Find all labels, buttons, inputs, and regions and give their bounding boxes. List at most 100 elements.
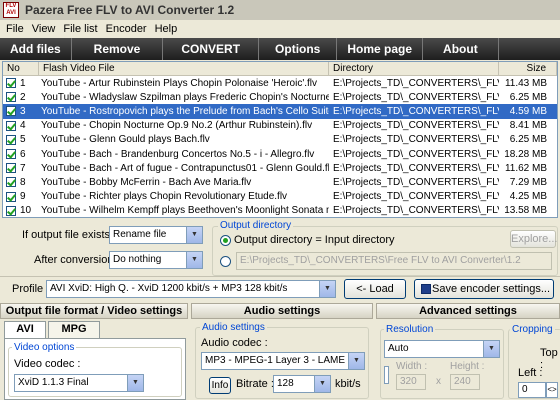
menu-view[interactable]: View	[28, 23, 60, 35]
row-checkbox[interactable]	[6, 149, 16, 160]
directory-cell: E:\Projects_TD\_CONVERTERS\_FLV	[333, 176, 499, 188]
row-number: 9	[20, 191, 26, 203]
tab-mpg[interactable]: MPG	[48, 321, 100, 338]
row-checkbox[interactable]	[6, 78, 16, 89]
output-directory-title: Output directory	[218, 220, 294, 231]
audio-settings-title: Audio settings	[200, 322, 267, 333]
same-as-input-label: Output directory = Input directory	[234, 234, 395, 246]
remove-button[interactable]: Remove	[72, 38, 164, 60]
load-button[interactable]: <- Load	[344, 279, 406, 299]
size-cell: 4.59 MB	[509, 105, 547, 117]
column-directory[interactable]: Directory	[329, 62, 499, 75]
menu-file-list[interactable]: File list	[59, 23, 101, 35]
options-button[interactable]: Options	[259, 38, 338, 60]
table-row[interactable]: 4 YouTube - Chopin Nocturne Op.9 No.2 (Ar…	[3, 119, 557, 133]
explore-button[interactable]: Explore...	[510, 230, 557, 248]
file-name-cell: YouTube - Chopin Nocturne Op.9 No.2 (Art…	[41, 120, 313, 132]
save-encoder-settings-button[interactable]: Save encoder settings...	[414, 279, 554, 299]
chevron-down-icon: ▼	[127, 375, 143, 391]
row-number-cell: 4	[3, 120, 39, 131]
table-row[interactable]: 10 YouTube - Wilhelm Kempff plays Beethov…	[3, 204, 557, 217]
advanced-panel-title: Advanced settings	[376, 303, 560, 319]
profile-value: AVI XviD: High Q. - XviD 1200 kbit/s + M…	[50, 283, 288, 294]
home-page-button[interactable]: Home page	[337, 38, 424, 60]
bitrate-select[interactable]: 128 ▼	[273, 375, 331, 393]
row-number-cell: 5	[3, 134, 39, 145]
crop-left-spinner[interactable]: <>	[546, 382, 558, 398]
menu-encoder[interactable]: Encoder	[102, 23, 151, 35]
row-checkbox[interactable]	[6, 177, 16, 188]
output-directory-input[interactable]: E:\Projects_TD\_CONVERTERS\Free FLV to A…	[236, 252, 552, 270]
file-name-cell: YouTube - Artur Rubinstein Plays Chopin …	[41, 77, 318, 89]
table-row[interactable]: 2 YouTube - Wladyslaw Szpilman plays Fred…	[3, 90, 557, 104]
menu-file[interactable]: File	[2, 23, 28, 35]
info-button[interactable]: Info	[209, 377, 231, 394]
profile-select[interactable]: AVI XviD: High Q. - XviD 1200 kbit/s + M…	[46, 280, 336, 298]
crop-left-label: Left :	[518, 367, 543, 379]
radio-same-as-input[interactable]	[220, 235, 231, 246]
video-codec-select[interactable]: XviD 1.1.3 Final ▼	[14, 374, 144, 392]
width-input[interactable]: 320	[396, 374, 426, 390]
row-number-cell: 6	[3, 149, 39, 160]
file-name-cell: YouTube - Wilhelm Kempff plays Beethoven…	[41, 205, 329, 217]
table-row[interactable]: 5 YouTube - Glenn Gould plays Bach.flv E:\…	[3, 133, 557, 147]
chevron-down-icon: ▼	[483, 341, 499, 357]
row-checkbox[interactable]	[6, 92, 16, 103]
times-sign: x	[436, 376, 441, 387]
column-file[interactable]: Flash Video File	[39, 62, 329, 75]
size-cell: 7.29 MB	[509, 176, 547, 188]
row-number-cell: 10	[3, 205, 39, 216]
table-row[interactable]: 3 YouTube - Rostropovich plays the Prelud…	[3, 104, 557, 119]
video-codec-value: XviD 1.1.3 Final	[18, 377, 89, 388]
directory-cell: E:\Projects_TD\_CONVERTERS\_FLV	[333, 191, 499, 203]
directory-cell: E:\Projects_TD\_CONVERTERS\_FLV	[333, 105, 499, 117]
add-files-button[interactable]: Add files	[0, 38, 72, 60]
chevron-down-icon: ▼	[186, 252, 202, 268]
after-conversion-select[interactable]: Do nothing ▼	[109, 251, 203, 269]
convert-button[interactable]: CONVERT	[163, 38, 260, 60]
audio-panel-title: Audio settings	[191, 303, 373, 319]
resolution-select[interactable]: Auto ▼	[384, 340, 500, 358]
floppy-disk-icon	[421, 284, 431, 294]
row-number: 1	[20, 77, 26, 89]
if-exists-select[interactable]: Rename file ▼	[109, 226, 203, 244]
row-checkbox[interactable]	[6, 205, 16, 216]
height-input[interactable]: 240	[450, 374, 480, 390]
audio-codec-select[interactable]: MP3 - MPEG-1 Layer 3 - LAME 3.98 ▼	[201, 352, 365, 370]
row-number: 4	[20, 120, 26, 132]
column-no[interactable]: No	[3, 62, 39, 75]
row-checkbox[interactable]	[6, 191, 16, 202]
row-number-cell: 8	[3, 177, 39, 188]
video-options-title: Video options	[12, 342, 77, 353]
table-row[interactable]: 7 YouTube - Bach - Art of fugue - Contrap…	[3, 161, 557, 175]
directory-cell: E:\Projects_TD\_CONVERTERS\_FLV	[333, 205, 499, 217]
audio-codec-label: Audio codec :	[201, 337, 268, 349]
radio-custom-directory[interactable]	[220, 256, 231, 267]
table-row[interactable]: 6 YouTube - Bach - Brandenburg Concertos …	[3, 147, 557, 161]
row-checkbox[interactable]	[6, 106, 16, 117]
table-row[interactable]: 8 YouTube - Bobby McFerrin - Bach Ave Mar…	[3, 175, 557, 189]
after-conversion-label: After conversion :	[34, 254, 120, 266]
row-checkbox[interactable]	[6, 163, 16, 174]
tab-avi[interactable]: AVI	[4, 321, 46, 338]
file-list[interactable]: No Flash Video File Directory Size 1 YouT…	[2, 61, 558, 218]
menu-help[interactable]: Help	[151, 23, 182, 35]
row-number-cell: 1	[3, 78, 39, 89]
row-checkbox[interactable]	[6, 134, 16, 145]
row-number: 6	[20, 148, 26, 160]
crop-left-input[interactable]: 0	[518, 382, 546, 398]
row-number: 7	[20, 162, 26, 174]
file-name-cell: YouTube - Glenn Gould plays Bach.flv	[41, 134, 210, 146]
about-button[interactable]: About	[423, 38, 499, 60]
column-size[interactable]: Size	[499, 62, 557, 75]
table-row[interactable]: 1 YouTube - Artur Rubinstein Plays Chopin…	[3, 76, 557, 90]
row-number: 8	[20, 176, 26, 188]
bitrate-unit: kbit/s	[335, 378, 361, 390]
chevron-down-icon: ▼	[348, 353, 364, 369]
table-row[interactable]: 9 YouTube - Richter plays Chopin Revoluti…	[3, 190, 557, 204]
profile-bar: Profile : AVI XviD: High Q. - XviD 1200 …	[0, 276, 560, 302]
size-cell: 4.25 MB	[509, 191, 547, 203]
directory-cell: E:\Projects_TD\_CONVERTERS\_FLV	[333, 134, 499, 146]
row-checkbox[interactable]	[6, 120, 16, 131]
directory-cell: E:\Projects_TD\_CONVERTERS\_FLV	[333, 77, 499, 89]
